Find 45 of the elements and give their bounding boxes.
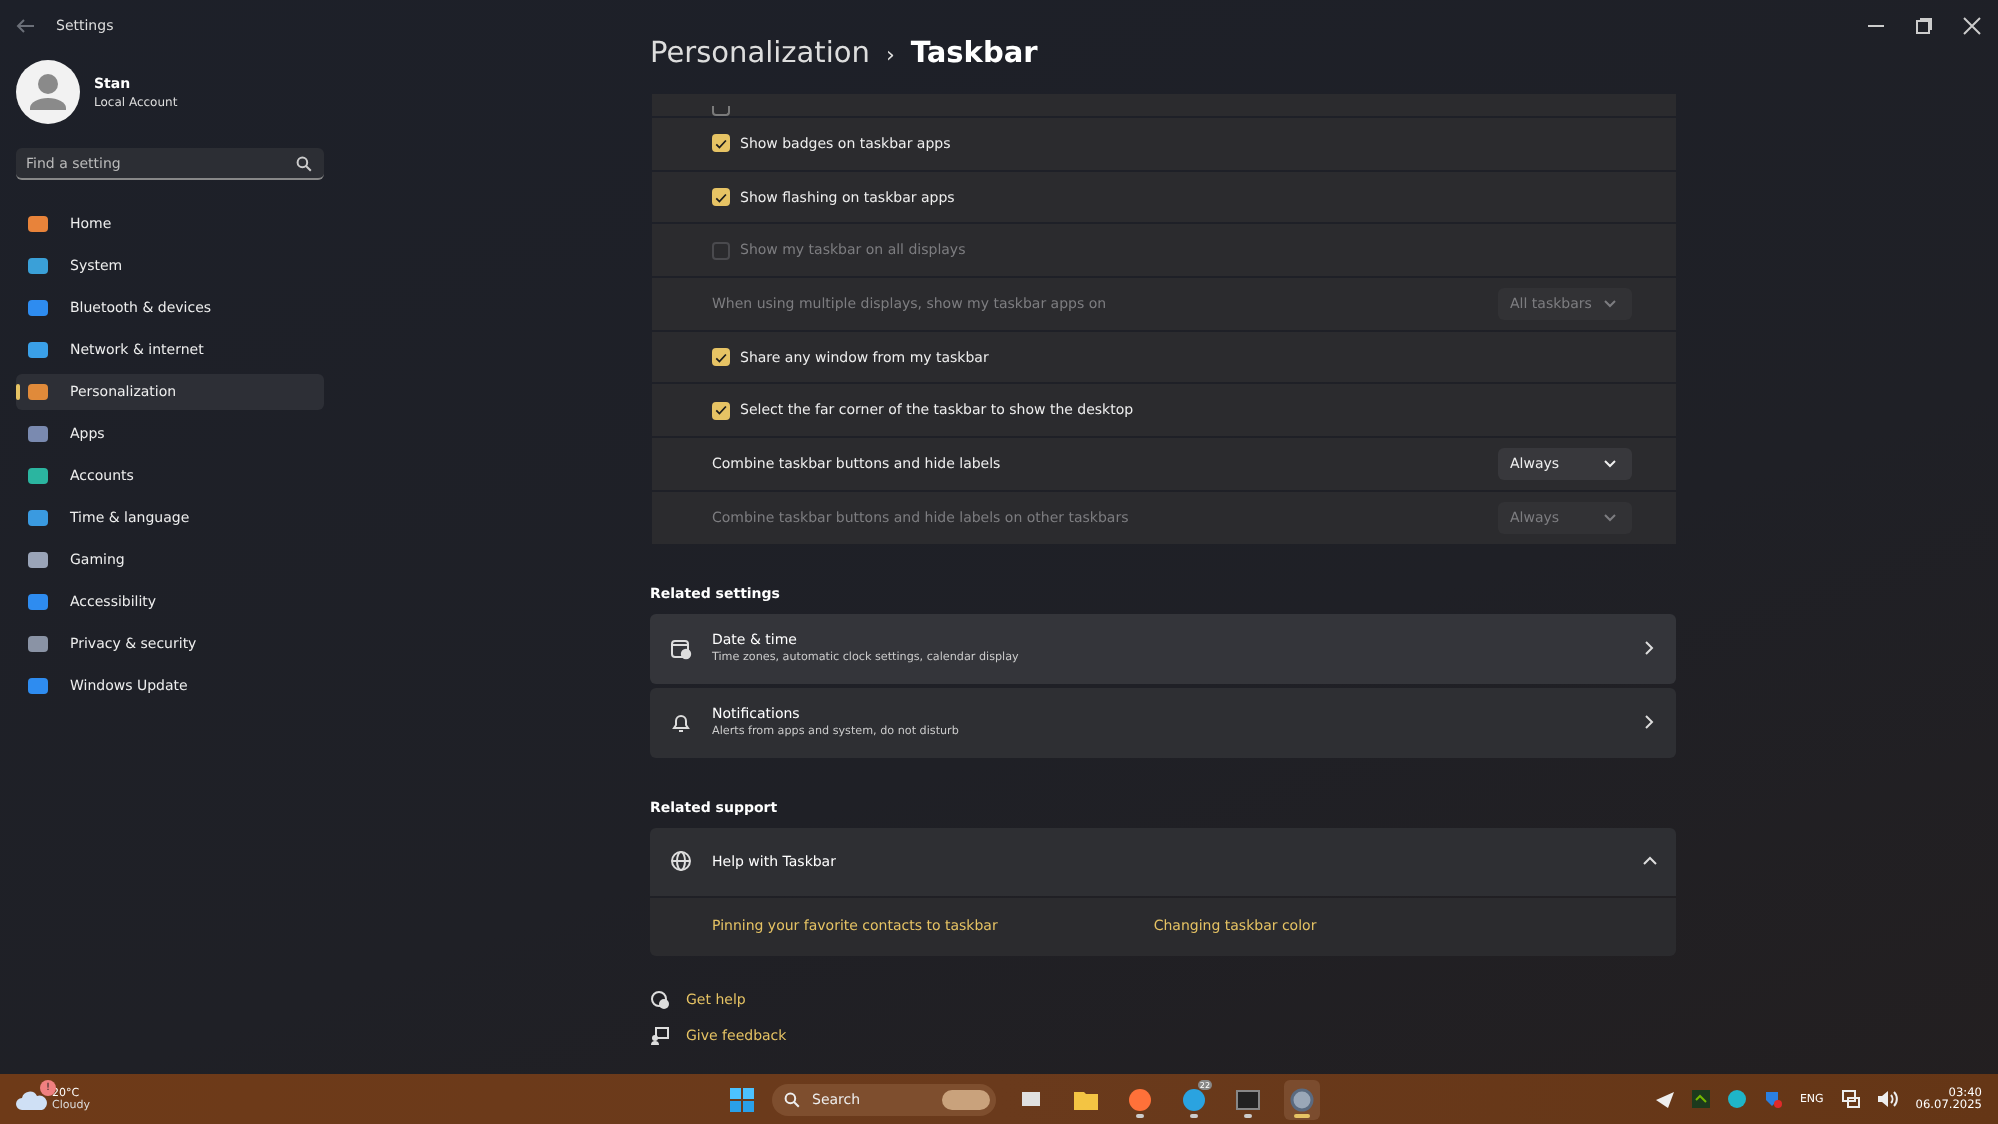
folder-icon bbox=[1074, 1087, 1098, 1111]
tray-shield-icon[interactable] bbox=[1763, 1090, 1782, 1108]
avatar-icon bbox=[16, 60, 80, 124]
back-arrow-icon[interactable] bbox=[16, 17, 36, 33]
terminal-icon bbox=[1236, 1087, 1260, 1111]
chevron-down-icon bbox=[1604, 459, 1616, 468]
start-icon[interactable] bbox=[730, 1087, 754, 1111]
weather-cloud-icon[interactable] bbox=[16, 1087, 48, 1111]
category-icon bbox=[26, 254, 50, 278]
calendar-clock-icon bbox=[670, 637, 692, 659]
category-icon bbox=[26, 674, 50, 698]
globe-icon bbox=[670, 850, 692, 872]
category-icon bbox=[26, 464, 50, 488]
network-icon[interactable] bbox=[1841, 1090, 1860, 1108]
category-icon bbox=[26, 590, 50, 614]
feedback-icon bbox=[650, 1025, 670, 1045]
bell-icon bbox=[670, 711, 692, 733]
task-view-icon bbox=[1020, 1087, 1044, 1111]
category-icon bbox=[26, 632, 50, 656]
category-icon bbox=[26, 296, 50, 320]
taskbar-app[interactable] bbox=[1284, 1079, 1320, 1119]
category-icon bbox=[26, 548, 50, 572]
close-icon[interactable] bbox=[1962, 15, 1982, 35]
restore-icon[interactable] bbox=[1914, 15, 1934, 35]
chevron-down-icon bbox=[1604, 513, 1616, 522]
chevron-right-icon bbox=[1644, 714, 1654, 730]
help-chat-icon bbox=[650, 989, 670, 1009]
category-icon bbox=[26, 212, 50, 236]
chevron-up-icon bbox=[1642, 856, 1658, 866]
chevron-right-icon bbox=[1644, 640, 1654, 656]
category-icon bbox=[26, 338, 50, 362]
category-icon bbox=[26, 506, 50, 530]
breadcrumb-separator: › bbox=[885, 42, 895, 68]
category-icon bbox=[26, 422, 50, 446]
chevron-down-icon bbox=[1604, 299, 1616, 308]
page-title: Taskbar bbox=[910, 38, 1038, 70]
search-icon bbox=[784, 1091, 800, 1107]
speaker-icon[interactable] bbox=[1877, 1090, 1898, 1108]
search-highlight-drawing bbox=[942, 1089, 990, 1109]
search-icon bbox=[296, 156, 312, 172]
category-icon bbox=[26, 380, 50, 404]
breadcrumb-link[interactable]: Personalization bbox=[650, 38, 870, 70]
checkbox[interactable] bbox=[712, 106, 730, 116]
tray-app-icon[interactable] bbox=[1691, 1090, 1710, 1108]
tray-app-icon[interactable] bbox=[1727, 1090, 1746, 1108]
